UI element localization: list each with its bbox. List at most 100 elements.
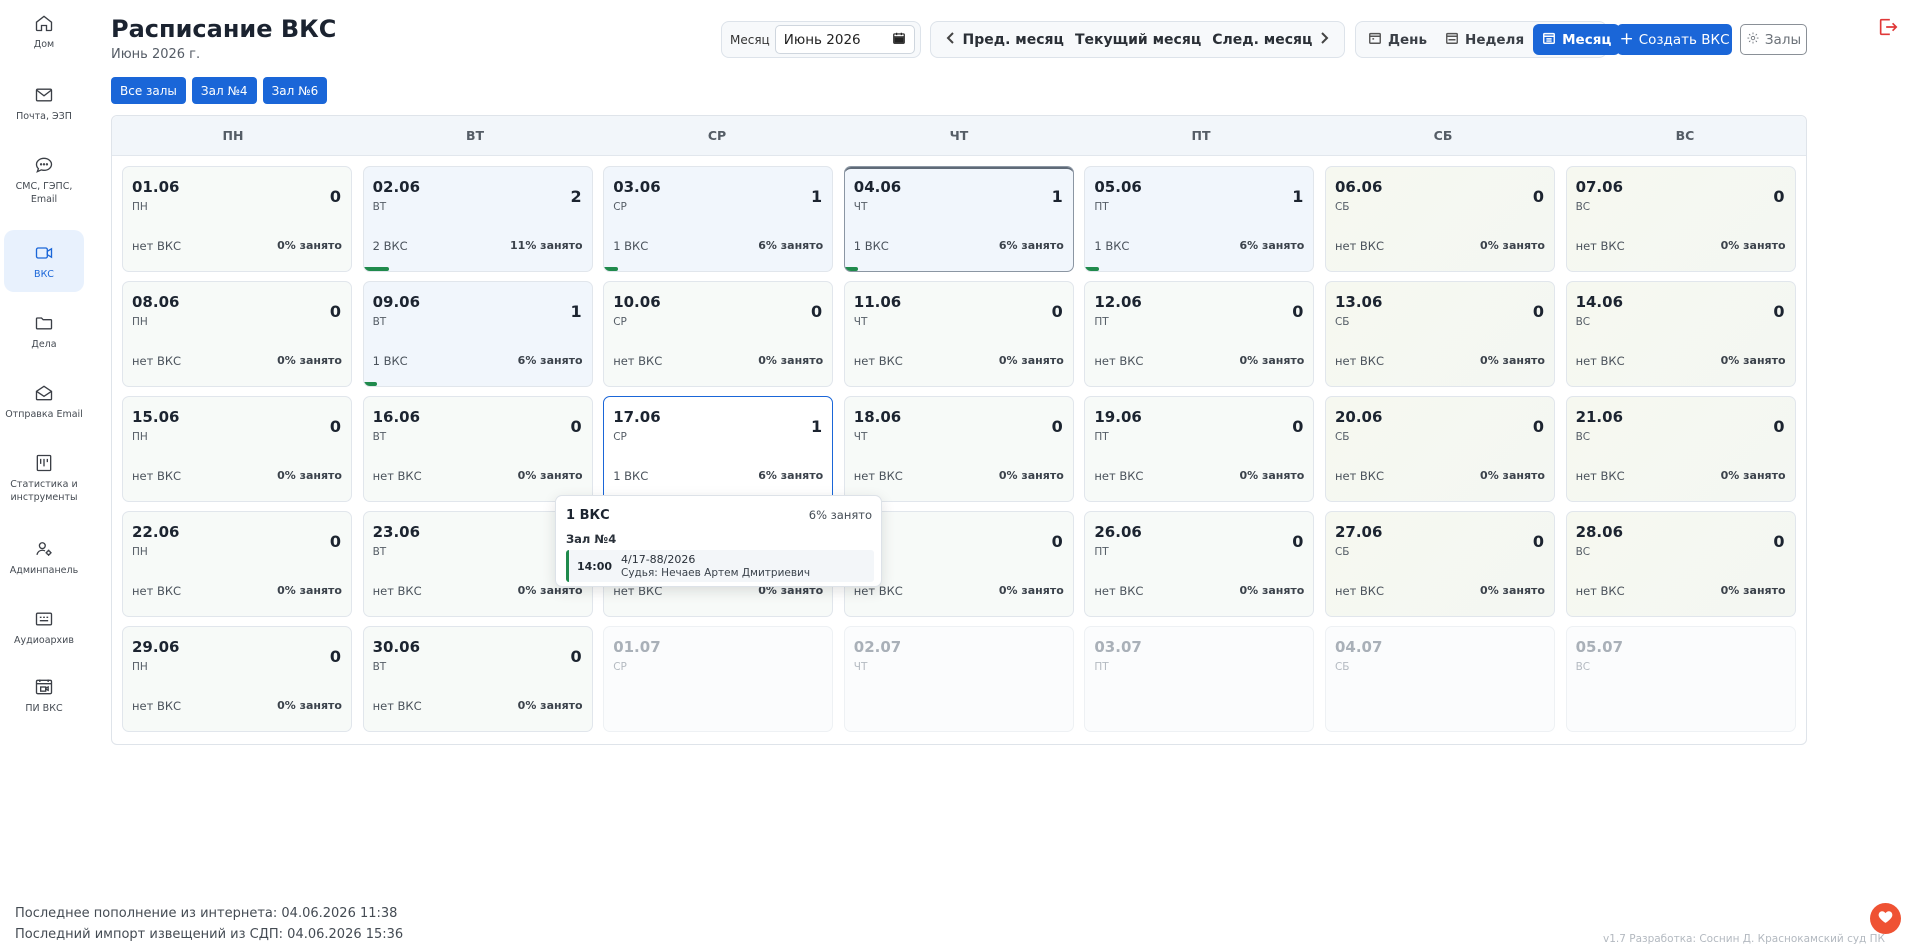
day-cell[interactable]: 26.06 ПТ 0 нет ВКС 0% занято — [1084, 511, 1315, 617]
day-cell[interactable]: 07.06 ВС 0 нет ВКС 0% занято — [1565, 166, 1796, 272]
day-cell[interactable]: 03.07 ПТ — [1084, 626, 1315, 732]
day-vks-count: 0 — [1532, 417, 1544, 436]
day-grid: 01.06 ПН 0 нет ВКС 0% занято 02.06 ВТ 2 2 ВКС 11%… — [122, 166, 1796, 732]
view-week-button[interactable]: Неделя — [1436, 24, 1533, 55]
day-cell[interactable]: 12.06 ПТ 0 нет ВКС 0% занято — [1084, 281, 1315, 387]
sidebar-item-label: Отправка Email — [5, 409, 83, 420]
day-load-percent: 0% занято — [1480, 354, 1545, 367]
current-month-button[interactable]: Текущий месяц — [1075, 32, 1201, 48]
day-cell[interactable]: 04.07 СБ — [1324, 626, 1555, 732]
day-cell[interactable]: 20.06 СБ 0 нет ВКС 0% занято — [1324, 396, 1555, 502]
tooltip-event[interactable]: 14:00 4/17-88/2026 Судья: Нечаев Артем Д… — [566, 550, 874, 582]
view-day-button[interactable]: День — [1359, 24, 1436, 55]
day-cell[interactable]: 19.06 ПТ 0 нет ВКС 0% занято — [1084, 396, 1315, 502]
app-root: Дом Почта, ЭЗП СМС, ГЭПС, Email ВКС Дела… — [0, 0, 1917, 946]
day-cell[interactable]: 01.06 ПН 0 нет ВКС 0% занято — [122, 166, 352, 272]
sidebar-item-audio-archive[interactable]: Аудиоархив — [4, 596, 84, 658]
day-date: 08.06 — [132, 293, 180, 311]
next-month-label: След. месяц — [1212, 31, 1313, 48]
home-icon — [33, 12, 55, 34]
day-cell[interactable]: 02.07 ЧТ — [843, 626, 1074, 732]
day-weekday: ВС — [1575, 661, 1591, 673]
day-cell[interactable]: 10.06 СР 0 нет ВКС 0% занято — [603, 281, 834, 387]
day-cell[interactable]: 01.07 СР — [603, 626, 834, 732]
filter-hall-6[interactable]: Зал №6 — [262, 77, 328, 104]
day-cell[interactable]: 27.06 СБ 0 нет ВКС 0% занято — [1324, 511, 1555, 617]
day-date: 05.06 — [1094, 178, 1142, 196]
day-cell[interactable]: 06.06 СБ 0 нет ВКС 0% занято — [1324, 166, 1555, 272]
sidebar-item-sms[interactable]: СМС, ГЭПС, Email — [4, 142, 84, 212]
sidebar-item-stats[interactable]: Статистика и инструменты — [4, 440, 84, 515]
calendar-icon[interactable] — [892, 31, 906, 49]
filter-hall-4[interactable]: Зал №4 — [191, 77, 257, 104]
day-vks-summary: 1 ВКС — [613, 239, 649, 253]
day-cell[interactable]: 17.06 СР 1 1 ВКС 6% занято — [603, 396, 834, 502]
day-date: 15.06 — [132, 408, 180, 426]
day-vks-count: 0 — [1773, 532, 1785, 551]
sidebar-item-mail[interactable]: Почта, ЭЗП — [4, 72, 84, 134]
day-cell[interactable]: 15.06 ПН 0 нет ВКС 0% занято — [122, 396, 352, 502]
sidebar-item-admin[interactable]: Админпанель — [4, 526, 84, 588]
day-cell[interactable]: 21.06 ВС 0 нет ВКС 0% занято — [1565, 396, 1796, 502]
day-cell[interactable]: 18.06 ЧТ 0 нет ВКС 0% занято — [843, 396, 1074, 502]
month-input[interactable]: Июнь 2026 — [774, 25, 915, 54]
day-cell[interactable]: 09.06 ВТ 1 1 ВКС 6% занято — [362, 281, 593, 387]
day-weekday: СБ — [1334, 201, 1350, 213]
plus-icon: + — [1619, 29, 1634, 49]
sidebar-item-home[interactable]: Дом — [4, 0, 84, 62]
day-cell[interactable]: 11.06 ЧТ 0 нет ВКС 0% занято — [843, 281, 1074, 387]
day-weekday: ЧТ — [853, 661, 868, 673]
create-vks-label: Создать ВКС — [1638, 31, 1730, 48]
day-cell[interactable]: 08.06 ПН 0 нет ВКС 0% занято — [122, 281, 352, 387]
day-date: 18.06 — [853, 408, 902, 426]
prev-month-button[interactable]: Пред. месяц — [945, 32, 1064, 48]
heart-icon — [1877, 908, 1894, 929]
day-cell[interactable]: 02.06 ВТ 2 2 ВКС 11% занято — [362, 166, 593, 272]
day-weekday: ВТ — [372, 316, 387, 328]
day-cell[interactable]: 05.06 ПТ 1 1 ВКС 6% занято — [1084, 166, 1315, 272]
day-load-percent: 0% занято — [277, 239, 342, 252]
next-month-button[interactable]: След. месяц — [1212, 32, 1330, 48]
day-vks-summary: нет ВКС — [372, 469, 422, 483]
day-vks-count: 0 — [1773, 417, 1785, 436]
day-cell[interactable]: 16.06 ВТ 0 нет ВКС 0% занято — [362, 396, 593, 502]
logout-icon[interactable] — [1877, 16, 1899, 38]
day-cell[interactable]: 13.06 СБ 0 нет ВКС 0% занято — [1324, 281, 1555, 387]
sidebar-item-label: Дом — [33, 39, 55, 50]
event-judge: Судья: Нечаев Артем Дмитриевич — [621, 567, 811, 579]
day-weekday: ПТ — [1094, 431, 1109, 443]
halls-button[interactable]: Залы — [1740, 24, 1807, 55]
day-load-percent: 0% занято — [517, 699, 583, 712]
day-cell[interactable]: 30.06 ВТ 0 нет ВКС 0% занято — [362, 626, 593, 732]
day-cell[interactable]: 04.06 ЧТ 1 1 ВКС 6% занято — [843, 166, 1074, 272]
last-import-text: Последний импорт извещений из СДП: 04.06… — [15, 927, 404, 942]
day-vks-summary: нет ВКС — [132, 699, 182, 713]
day-weekday: СР — [613, 661, 627, 673]
sidebar-item-vks[interactable]: ВКС — [4, 230, 84, 292]
day-load-percent: 0% занято — [1239, 354, 1305, 367]
day-cell[interactable]: 28.06 ВС 0 нет ВКС 0% занято — [1565, 511, 1796, 617]
day-date: 01.06 — [132, 178, 180, 196]
day-vks-count: 0 — [570, 647, 582, 666]
day-weekday: ЧТ — [853, 316, 868, 328]
day-cell[interactable]: 22.06 ПН 0 нет ВКС 0% занято — [122, 511, 352, 617]
day-load-percent: 6% занято — [998, 239, 1064, 252]
heart-button[interactable] — [1870, 903, 1901, 934]
view-month-button[interactable]: Месяц — [1533, 24, 1621, 55]
sidebar-item-label: ВКС — [34, 269, 54, 280]
sidebar-item-cases[interactable]: Дела — [4, 300, 84, 362]
day-date: 14.06 — [1575, 293, 1624, 311]
day-date: 19.06 — [1094, 408, 1142, 426]
view-switcher: День Неделя Месяц — [1355, 21, 1621, 58]
create-vks-button[interactable]: + Создать ВКС — [1617, 24, 1732, 55]
day-cell[interactable]: 14.06 ВС 0 нет ВКС 0% занято — [1565, 281, 1796, 387]
day-cell[interactable]: 29.06 ПН 0 нет ВКС 0% занято — [122, 626, 352, 732]
sidebar-item-email-send[interactable]: Отправка Email — [4, 370, 84, 432]
sidebar-item-pi-vks[interactable]: ПИ ВКС — [4, 664, 84, 726]
filter-all-halls[interactable]: Все залы — [111, 77, 186, 104]
day-load-percent: 0% занято — [1239, 469, 1305, 482]
sidebar-item-label: Админпанель — [9, 565, 79, 576]
day-cell[interactable]: 05.07 ВС — [1565, 626, 1796, 732]
day-vks-summary: нет ВКС — [1334, 584, 1385, 598]
day-cell[interactable]: 03.06 СР 1 1 ВКС 6% занято — [603, 166, 834, 272]
